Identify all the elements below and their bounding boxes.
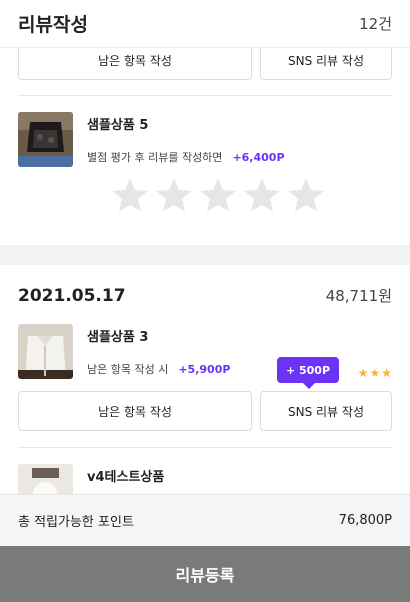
sns-review-button[interactable]: SNS 리뷰 작성 (260, 391, 392, 431)
star-1-icon[interactable] (110, 175, 150, 215)
review-hint: 남은 항목 작성 시 (87, 363, 169, 376)
star-3-icon[interactable] (198, 175, 238, 215)
star-filled-icon: ★ (357, 366, 369, 380)
section-separator (0, 245, 410, 265)
review-count: 12건 (359, 15, 392, 33)
star-filled-icon: ★ (369, 366, 381, 380)
points-summary-label: 총 적립가능한 포인트 (18, 515, 134, 530)
product-description: 남은 항목 작성 시 +5,900P (87, 361, 392, 377)
product-thumbnail[interactable] (18, 464, 73, 494)
points-summary-value: 76,800P (338, 513, 392, 528)
product-item: v4테스트상품 (0, 464, 410, 494)
star-rating-small: ★ ★ ★ (358, 366, 392, 380)
product-name: v4테스트상품 (87, 470, 165, 485)
action-row: 남은 항목 작성 SNS 리뷰 작성 (0, 48, 410, 80)
review-list[interactable]: 남은 항목 작성 SNS 리뷰 작성 샘플상품 5 별점 평가 후 리뷰를 작성… (0, 48, 410, 494)
product-thumbnail[interactable] (18, 112, 73, 167)
page-header: 리뷰작성 12건 (0, 0, 410, 48)
reward-points: +6,400P (232, 150, 285, 164)
sns-review-button[interactable]: SNS 리뷰 작성 (260, 48, 392, 80)
remaining-items-button[interactable]: 남은 항목 작성 (18, 48, 252, 80)
product-item: 샘플상품 3 남은 항목 작성 시 +5,900P ★ ★ ★ + 500P (0, 324, 410, 389)
product-description: 별점 평가 후 리뷰를 작성하면 +6,400P (87, 149, 392, 165)
star-5-icon[interactable] (286, 175, 326, 215)
order-amount: 48,711원 (325, 287, 392, 305)
action-row: 남은 항목 작성 SNS 리뷰 작성 (0, 391, 410, 431)
order-header: 2021.05.17 48,711원 (0, 285, 410, 306)
star-2-icon[interactable] (154, 175, 194, 215)
points-tooltip: + 500P (277, 357, 339, 389)
page-title: 리뷰작성 (18, 14, 88, 36)
product-thumbnail[interactable] (18, 324, 73, 379)
product-item: 샘플상품 5 별점 평가 후 리뷰를 작성하면 +6,400P (0, 112, 410, 167)
star-rating (0, 175, 410, 215)
submit-review-button[interactable]: 리뷰등록 (0, 546, 410, 602)
product-name: 샘플상품 5 (87, 118, 149, 133)
order-date: 2021.05.17 (18, 285, 126, 306)
review-hint: 별점 평가 후 리뷰를 작성하면 (87, 151, 223, 164)
product-name: 샘플상품 3 (87, 330, 149, 345)
reward-points: +5,900P (178, 362, 231, 376)
remaining-items-button[interactable]: 남은 항목 작성 (18, 391, 252, 431)
points-summary: 총 적립가능한 포인트 76,800P (0, 494, 410, 546)
star-filled-icon: ★ (381, 366, 392, 380)
star-4-icon[interactable] (242, 175, 282, 215)
